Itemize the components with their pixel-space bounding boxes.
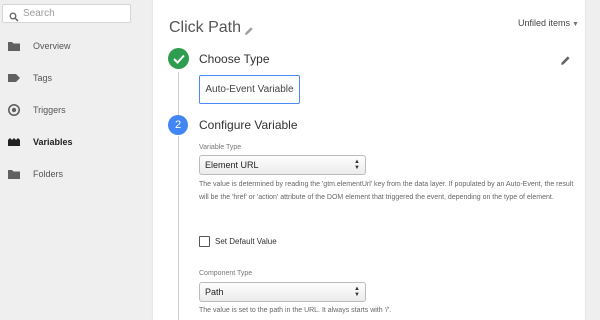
component-type-help: The value is set to the path in the URL.… bbox=[199, 307, 392, 314]
component-type-select[interactable]: Path ▲ ▼ bbox=[199, 282, 366, 302]
step-1-title: Choose Type bbox=[199, 52, 270, 66]
page-title: Click Path bbox=[169, 19, 242, 36]
sidebar-item-overview[interactable]: Overview bbox=[0, 35, 138, 57]
step-complete-check-icon bbox=[168, 48, 189, 69]
sidebar-item-label: Folders bbox=[33, 169, 64, 179]
step-2-title: Configure Variable bbox=[199, 118, 298, 132]
variable-type-select[interactable]: Element URL ▲ ▼ bbox=[199, 155, 366, 175]
pencil-icon[interactable] bbox=[244, 23, 254, 35]
set-default-value-checkbox[interactable] bbox=[199, 236, 210, 247]
variable-type-label: Variable Type bbox=[199, 144, 242, 151]
sidebar-item-folders[interactable]: Folders bbox=[0, 163, 138, 185]
variable-type-help: The value is determined by reading the '… bbox=[199, 181, 574, 201]
select-arrows-icon: ▲ ▼ bbox=[354, 286, 360, 298]
variable-editor-panel: Click Path Unfiled items ▼ Choose Type Au… bbox=[153, 0, 585, 320]
sidebar: Overview Tags Triggers Variables Folders bbox=[0, 0, 138, 320]
variable-type-value: Element URL bbox=[205, 160, 259, 170]
step-connector bbox=[178, 136, 179, 320]
tag-icon bbox=[7, 72, 21, 84]
pencil-icon[interactable] bbox=[560, 53, 571, 65]
search-input[interactable] bbox=[23, 8, 123, 19]
search-box[interactable] bbox=[2, 4, 131, 23]
set-default-value-label: Set Default Value bbox=[215, 237, 277, 246]
folder-icon bbox=[7, 168, 21, 180]
component-type-value: Path bbox=[205, 287, 224, 297]
variable-type-card[interactable]: Auto-Event Variable bbox=[199, 75, 300, 104]
variables-icon bbox=[7, 136, 21, 148]
folder-selector-label: Unfiled items bbox=[518, 18, 571, 28]
step-2-number: 2 bbox=[168, 115, 188, 135]
component-type-label: Component Type bbox=[199, 270, 253, 277]
sidebar-item-tags[interactable]: Tags bbox=[0, 67, 138, 89]
sidebar-item-label: Tags bbox=[33, 73, 53, 83]
set-default-value-option[interactable]: Set Default Value bbox=[199, 236, 277, 247]
sidebar-item-label: Overview bbox=[33, 41, 71, 51]
search-icon bbox=[9, 9, 19, 22]
step-connector bbox=[178, 72, 179, 115]
folder-selector[interactable]: Unfiled items ▼ bbox=[518, 18, 579, 28]
sidebar-item-label: Variables bbox=[33, 137, 73, 147]
folder-icon bbox=[7, 40, 21, 52]
trigger-icon bbox=[7, 104, 21, 116]
sidebar-item-triggers[interactable]: Triggers bbox=[0, 99, 138, 121]
chevron-down-icon: ▼ bbox=[572, 21, 579, 28]
sidebar-item-variables[interactable]: Variables bbox=[0, 131, 138, 153]
sidebar-item-label: Triggers bbox=[33, 105, 66, 115]
select-arrows-icon: ▲ ▼ bbox=[354, 159, 360, 171]
